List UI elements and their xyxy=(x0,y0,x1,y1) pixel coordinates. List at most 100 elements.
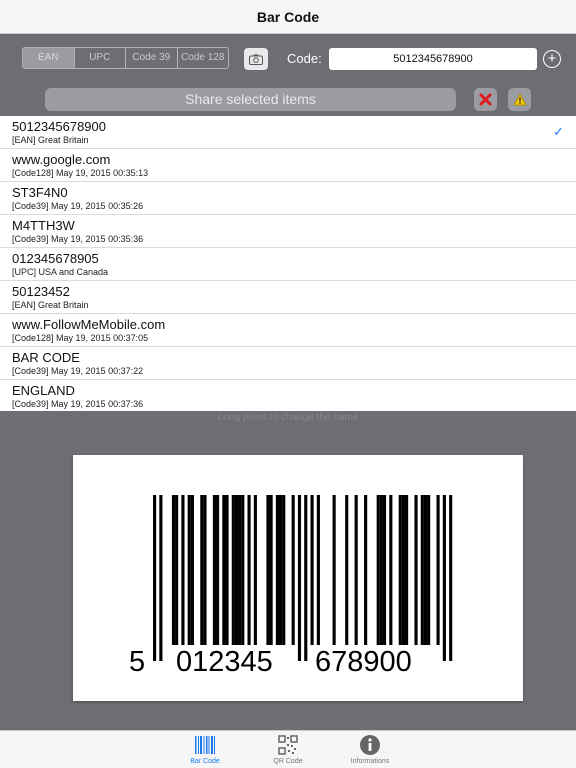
delete-button[interactable] xyxy=(474,88,497,111)
list-item[interactable]: www.google.com [Code128] May 19, 2015 00… xyxy=(0,149,576,182)
tab-informations[interactable]: Informations xyxy=(340,734,400,765)
warning-button[interactable] xyxy=(508,88,531,111)
list-item[interactable]: www.FollowMeMobile.com [Code128] May 19,… xyxy=(0,314,576,347)
close-icon xyxy=(479,93,492,106)
item-name: ENGLAND xyxy=(12,383,75,398)
item-name: 012345678905 xyxy=(12,251,99,266)
barcode-bar xyxy=(200,495,204,645)
saved-codes-list[interactable]: 5012345678900 [EAN] Great Britain ✓ www.… xyxy=(0,116,576,411)
info-icon xyxy=(360,735,380,755)
segment-code39[interactable]: Code 39 xyxy=(126,48,178,68)
barcode-right-digits: 678900 xyxy=(315,646,412,678)
barcode-preview[interactable]: 5 012345 678900 xyxy=(73,455,523,701)
qr-code-icon xyxy=(278,735,298,755)
barcode-bar xyxy=(427,495,431,645)
barcode-bar xyxy=(212,495,216,645)
item-name: 50123452 xyxy=(12,284,70,299)
barcode-bar xyxy=(364,495,368,645)
barcode-bar xyxy=(414,495,418,645)
item-name: BAR CODE xyxy=(12,350,80,365)
barcode-bar xyxy=(310,495,314,645)
barcode-bar xyxy=(423,495,428,645)
barcode-bar xyxy=(379,495,383,645)
barcode-bar xyxy=(398,495,402,645)
code-label: Code: xyxy=(287,51,322,66)
item-info: [EAN] Great Britain xyxy=(12,300,89,310)
barcode-bar xyxy=(203,495,207,645)
share-selected-button[interactable]: Share selected items xyxy=(45,88,456,111)
barcode-bar xyxy=(269,495,273,645)
barcode-bar xyxy=(401,495,405,645)
barcode-bar xyxy=(159,495,163,661)
list-item[interactable]: M4TTH3W [Code39] May 19, 2015 00:35:36 xyxy=(0,215,576,248)
barcode-bar xyxy=(187,495,191,645)
plus-icon: + xyxy=(547,50,557,67)
list-item[interactable]: 5012345678900 [EAN] Great Britain ✓ xyxy=(0,116,576,149)
segment-upc[interactable]: UPC xyxy=(75,48,126,68)
segment-code128[interactable]: Code 128 xyxy=(178,48,229,68)
barcode-bar xyxy=(247,495,251,645)
item-info: [Code39] May 19, 2015 00:35:26 xyxy=(12,201,144,211)
barcode-bar xyxy=(275,495,279,645)
camera-button[interactable] xyxy=(244,48,268,70)
barcode-bar xyxy=(231,495,235,645)
barcode-bar xyxy=(153,495,157,661)
item-info: [EAN] Great Britain xyxy=(12,135,89,145)
barcode-bar xyxy=(382,495,387,645)
tab-label: Informations xyxy=(350,758,390,765)
tab-label: QR Code xyxy=(273,758,303,765)
item-info: [Code128] May 19, 2015 00:35:13 xyxy=(12,168,149,178)
barcode-bar xyxy=(304,495,308,661)
barcode-bar xyxy=(266,495,270,645)
barcode-bar xyxy=(181,495,185,645)
barcode-bar xyxy=(297,495,302,661)
barcode-bar xyxy=(345,495,349,645)
item-name: www.FollowMeMobile.com xyxy=(12,317,166,332)
list-item[interactable]: ST3F4N0 [Code39] May 19, 2015 00:35:26 xyxy=(0,182,576,215)
barcode-bar xyxy=(222,495,226,645)
barcode-bar xyxy=(225,495,229,645)
barcode-bar xyxy=(190,495,194,645)
item-name: ST3F4N0 xyxy=(12,185,68,200)
item-name: www.google.com xyxy=(12,152,111,167)
barcode-icon xyxy=(195,736,215,754)
barcode-bar xyxy=(291,495,295,645)
barcode-bar xyxy=(420,495,424,645)
barcode-bar xyxy=(436,495,440,645)
barcode-bar xyxy=(405,495,409,645)
item-info: [UPC] USA and Canada xyxy=(12,267,109,277)
tab-bar: Bar Code QR Code Informations xyxy=(0,730,576,768)
item-info: [Code39] May 19, 2015 00:37:22 xyxy=(12,366,144,376)
item-name: 5012345678900 xyxy=(12,119,106,134)
segment-ean[interactable]: EAN xyxy=(23,48,75,68)
code-input[interactable] xyxy=(329,48,537,70)
tab-label: Bar Code xyxy=(190,758,220,765)
page-title: Bar Code xyxy=(256,9,320,25)
tab-qr-code[interactable]: QR Code xyxy=(258,734,318,765)
barcode-type-segmented-control[interactable]: EAN UPC Code 39 Code 128 xyxy=(22,47,229,69)
barcode-bar xyxy=(316,495,320,645)
barcode-bar xyxy=(171,495,176,645)
list-item[interactable]: 012345678905 [UPC] USA and Canada xyxy=(0,248,576,281)
camera-icon xyxy=(249,54,263,65)
barcode-bar xyxy=(449,495,453,661)
item-info: [Code39] May 19, 2015 00:37:36 xyxy=(12,399,144,409)
warning-icon xyxy=(512,93,527,106)
add-button[interactable]: + xyxy=(543,50,561,68)
barcode-first-digit: 5 xyxy=(129,646,146,678)
barcode-bar xyxy=(241,495,245,645)
barcode-bar xyxy=(354,495,358,645)
list-item[interactable]: ENGLAND [Code39] May 19, 2015 00:37:36 xyxy=(0,380,576,411)
tab-bar-code[interactable]: Bar Code xyxy=(175,734,235,765)
barcode-bar xyxy=(376,495,380,645)
list-item[interactable]: 50123452 [EAN] Great Britain xyxy=(0,281,576,314)
item-info: [Code39] May 19, 2015 00:35:36 xyxy=(12,234,144,244)
checkmark-icon: ✓ xyxy=(553,124,564,139)
toolbar: EAN UPC Code 39 Code 128 Code: + Share s… xyxy=(0,34,576,116)
item-name: M4TTH3W xyxy=(12,218,75,233)
long-press-hint: Long press to change the name xyxy=(217,412,359,423)
barcode-bar xyxy=(234,495,239,645)
barcode-left-digits: 012345 xyxy=(176,646,273,678)
barcode-bar xyxy=(216,495,220,645)
list-item[interactable]: BAR CODE [Code39] May 19, 2015 00:37:22 xyxy=(0,347,576,380)
